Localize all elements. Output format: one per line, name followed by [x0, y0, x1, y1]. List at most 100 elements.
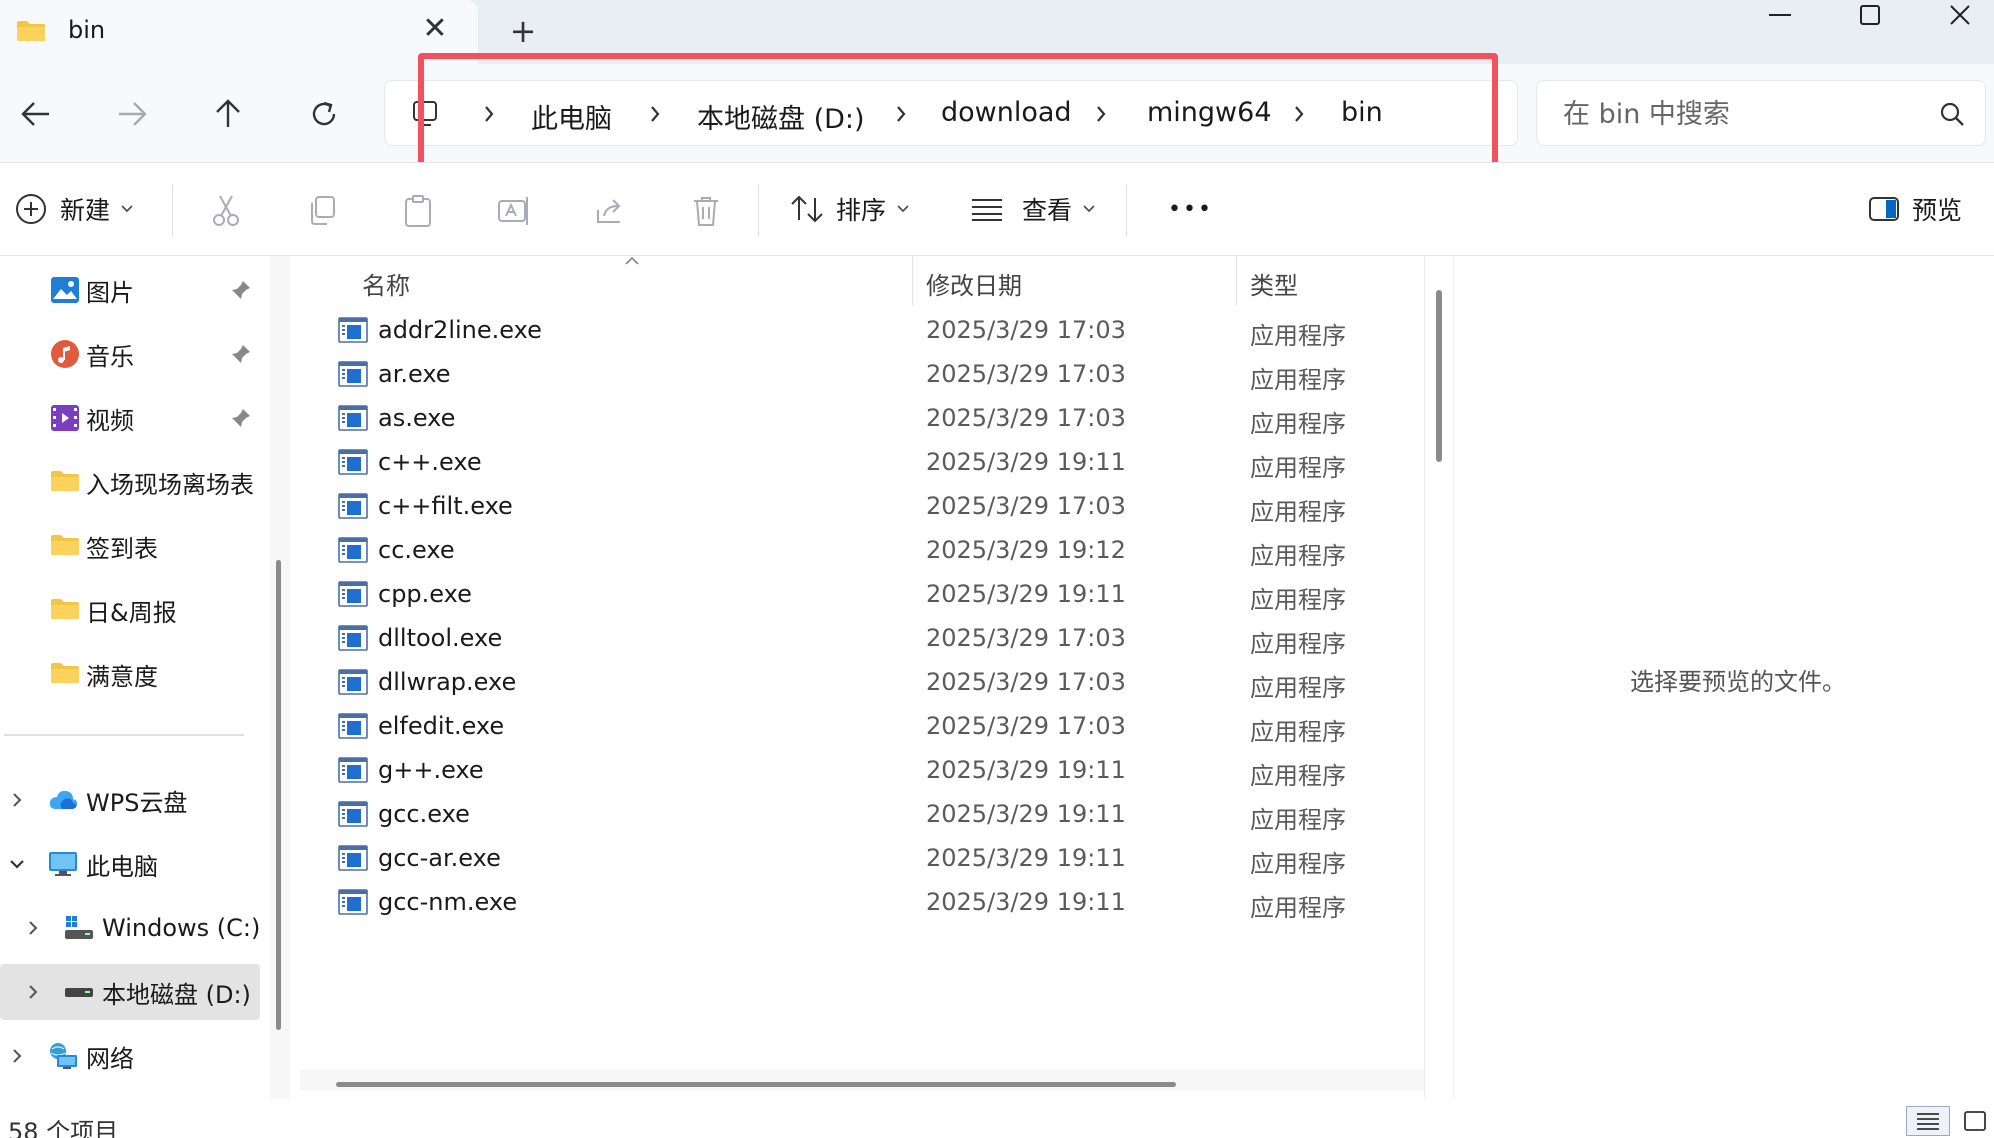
sidebar-item-wps-cloud[interactable]: WPS云盘 — [0, 772, 262, 828]
pin-icon[interactable] — [230, 343, 252, 365]
minimize-button[interactable] — [1740, 0, 1820, 30]
cut-button[interactable] — [208, 193, 244, 229]
sort-ascending-icon — [625, 256, 639, 265]
sidebar-item-folder-attendance[interactable]: 入场现场离场表 — [0, 454, 262, 510]
forward-button[interactable] — [110, 92, 154, 136]
rename-icon — [498, 197, 528, 225]
vertical-scrollbar-thumb[interactable] — [1436, 290, 1442, 462]
pin-icon[interactable] — [230, 407, 252, 429]
column-resize-handle[interactable] — [912, 256, 913, 306]
minimize-icon — [1769, 14, 1791, 16]
close-icon — [1950, 5, 1970, 25]
sidebar-item-label: 此电脑 — [86, 852, 158, 881]
column-header-type[interactable]: 类型 — [1250, 266, 1298, 301]
file-name: cc.exe — [378, 536, 455, 564]
column-header-date[interactable]: 修改日期 — [926, 266, 1022, 301]
sidebar-item-pictures[interactable]: 图片 — [0, 262, 262, 318]
rename-button[interactable] — [496, 193, 532, 229]
toolbar-divider — [758, 185, 759, 237]
sidebar-item-music[interactable]: 音乐 — [0, 326, 262, 382]
chevron-right-icon[interactable] — [10, 1047, 24, 1065]
chevron-right-icon — [1295, 106, 1304, 122]
folder-icon — [51, 535, 79, 555]
address-bar[interactable]: 此电脑 本地磁盘 (D:) download mingw64 bin — [384, 80, 1518, 146]
sort-button[interactable]: 排序 — [790, 185, 910, 233]
chevron-right-icon[interactable] — [26, 983, 40, 1001]
plus-circle-icon — [16, 194, 46, 224]
sort-label: 排序 — [836, 196, 887, 225]
sidebar-item-folder-satisfaction[interactable]: 满意度 — [0, 646, 262, 702]
paste-button[interactable] — [400, 193, 436, 229]
horizontal-scrollbar[interactable] — [300, 1070, 1424, 1090]
column-header-name[interactable]: 名称 — [362, 266, 410, 301]
sidebar-item-drive-d[interactable]: 本地磁盘 (D:) — [0, 964, 260, 1020]
executable-icon — [338, 757, 368, 783]
preview-pane: 选择要预览的文件。 — [1454, 256, 1994, 1098]
refresh-button[interactable] — [302, 92, 346, 136]
chevron-down-icon[interactable] — [8, 857, 26, 871]
search-box[interactable] — [1536, 80, 1986, 146]
chevron-right-icon[interactable] — [10, 791, 24, 809]
breadcrumb-download[interactable]: download — [941, 97, 1072, 128]
sidebar-item-folder-reports[interactable]: 日&周报 — [0, 582, 262, 638]
tab-close-button[interactable]: ✕ — [420, 14, 450, 44]
new-button[interactable]: 新建 — [14, 185, 134, 233]
copy-button[interactable] — [304, 193, 340, 229]
pin-icon[interactable] — [230, 279, 252, 301]
cloud-icon — [49, 790, 78, 809]
close-window-button[interactable] — [1920, 0, 1994, 30]
tab-bin[interactable]: bin ✕ — [0, 0, 478, 64]
sidebar-scrollbar-thumb[interactable] — [276, 560, 281, 1030]
sidebar-item-label: 签到表 — [86, 534, 158, 563]
breadcrumb-local-disk-d[interactable]: 本地磁盘 (D:) — [697, 97, 865, 136]
file-date: 2025/3/29 17:03 — [926, 492, 1126, 520]
up-button[interactable] — [206, 92, 250, 136]
status-bar: 58 个项目 — [0, 1098, 1994, 1138]
delete-button[interactable] — [688, 193, 724, 229]
sidebar-item-this-pc[interactable]: 此电脑 — [0, 836, 262, 892]
file-name: gcc-nm.exe — [378, 888, 518, 916]
sidebar-item-label: 本地磁盘 (D:) — [102, 980, 251, 1009]
maximize-button[interactable] — [1830, 0, 1910, 30]
sidebar-item-network[interactable]: 网络 — [0, 1028, 262, 1084]
table-row[interactable]: gcc-nm.exe 2025/3/29 19:11 应用程序 — [294, 876, 1424, 932]
file-name: dlltool.exe — [378, 624, 503, 652]
file-date: 2025/3/29 17:03 — [926, 316, 1126, 344]
sidebar-item-folder-signin[interactable]: 签到表 — [0, 518, 262, 574]
file-name: g++.exe — [378, 756, 484, 784]
view-label: 查看 — [1022, 196, 1073, 225]
search-input[interactable] — [1563, 97, 1923, 131]
more-options-button[interactable]: ••• — [1156, 185, 1213, 233]
sidebar-item-videos[interactable]: 视频 — [0, 390, 262, 446]
chevron-right-icon[interactable] — [26, 919, 40, 937]
sidebar-item-label: 视频 — [86, 406, 134, 435]
view-button[interactable]: 查看 — [970, 185, 1096, 233]
file-date: 2025/3/29 19:11 — [926, 888, 1126, 916]
breadcrumb-mingw64[interactable]: mingw64 — [1147, 97, 1272, 128]
column-resize-handle[interactable] — [1236, 256, 1237, 306]
breadcrumb-this-pc[interactable]: 此电脑 — [531, 97, 612, 136]
more-options-label: ••• — [1168, 196, 1213, 222]
large-icons-view-button[interactable] — [1960, 1106, 1990, 1136]
file-name: gcc.exe — [378, 800, 470, 828]
details-view-button[interactable] — [1906, 1106, 1950, 1136]
folder-icon — [17, 21, 45, 41]
copy-icon — [311, 196, 335, 225]
new-tab-button[interactable]: + — [508, 14, 538, 48]
arrow-right-icon — [119, 102, 147, 126]
new-label: 新建 — [60, 196, 111, 225]
horizontal-scrollbar-thumb[interactable] — [336, 1082, 1176, 1087]
pictures-icon — [51, 277, 79, 303]
sidebar-item-drive-c[interactable]: Windows (C:) — [0, 900, 262, 956]
share-button[interactable] — [592, 193, 628, 229]
sidebar-item-label: 网络 — [86, 1044, 134, 1073]
preview-pane-button[interactable]: 预览 — [1868, 185, 1962, 233]
file-name: c++.exe — [378, 448, 482, 476]
executable-icon — [338, 537, 368, 563]
computer-icon — [49, 852, 77, 876]
breadcrumb-bin[interactable]: bin — [1341, 97, 1383, 128]
sidebar-divider — [4, 734, 244, 736]
tab-title: bin — [68, 16, 106, 44]
back-button[interactable] — [14, 92, 58, 136]
command-bar: 新建 排序 查看 ••• 预览 — [0, 162, 1994, 256]
